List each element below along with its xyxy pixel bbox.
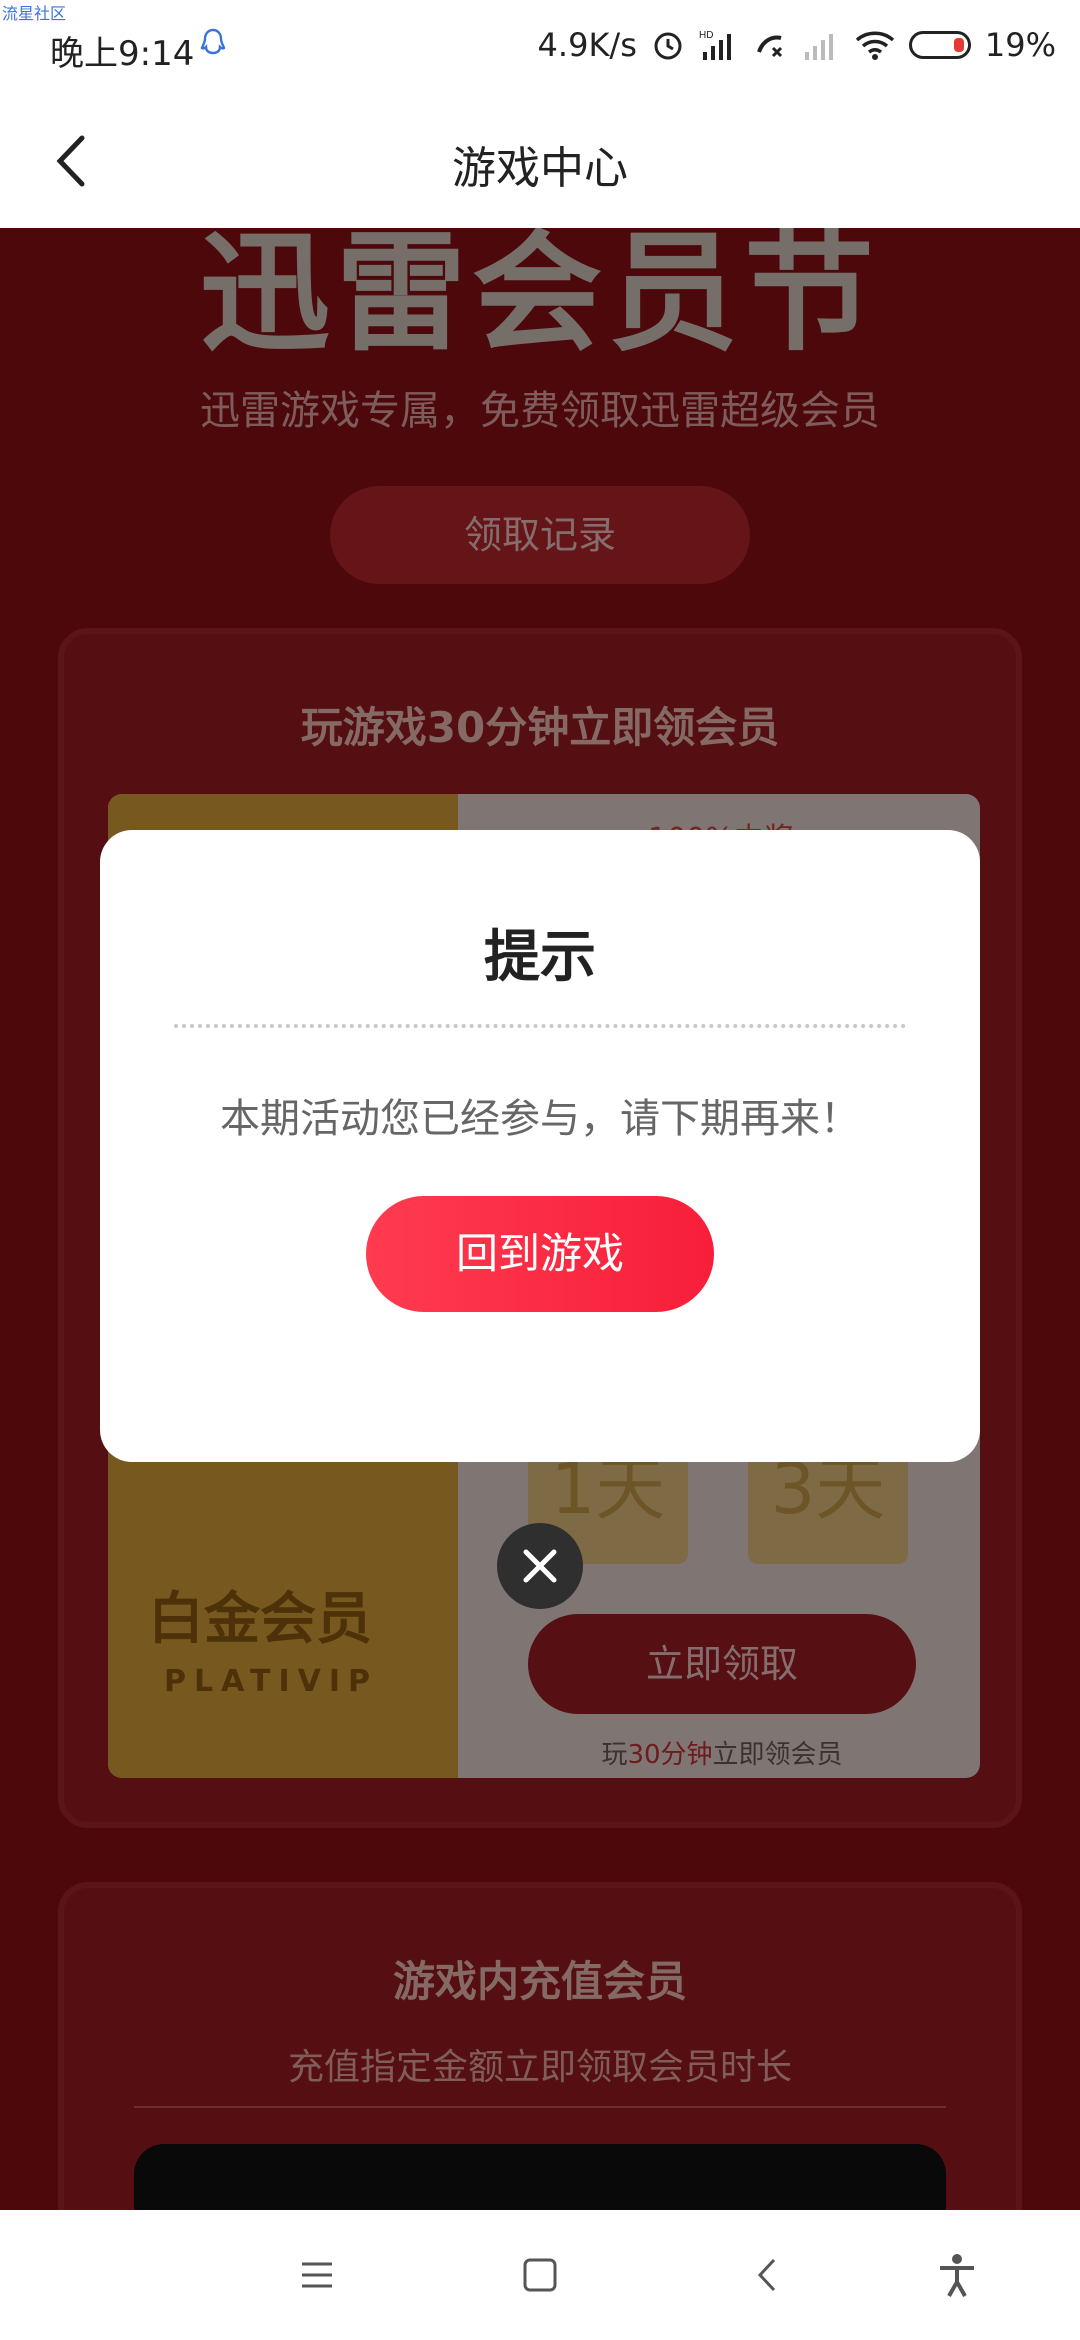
dialog-divider	[174, 1024, 906, 1028]
close-dialog-button[interactable]	[497, 1523, 583, 1609]
svg-text:HD: HD	[699, 30, 713, 41]
dialog-title: 提示	[484, 925, 596, 990]
notice-dialog: 提示 本期活动您已经参与，请下期再来！ 回到游戏	[100, 830, 980, 1462]
menu-icon[interactable]	[292, 2250, 342, 2300]
status-bar: 流星社区 晚上9:14 4.9K/s HD 19%	[0, 0, 1080, 96]
call-blocked-icon	[756, 35, 782, 58]
home-icon[interactable]	[515, 2250, 565, 2300]
status-right: 4.9K/s HD 19%	[538, 26, 1056, 64]
wifi-icon	[855, 31, 895, 60]
alarm-icon	[654, 32, 682, 60]
net-speed: 4.9K/s	[537, 26, 637, 64]
qq-notification-icon	[200, 28, 226, 55]
back-nav-icon[interactable]	[742, 2250, 792, 2300]
app-header: 游戏中心	[0, 96, 1080, 228]
battery-percent: 19%	[984, 26, 1056, 64]
dialog-message: 本期活动您已经参与，请下期再来！	[220, 1096, 860, 1142]
watermark: 流星社区	[2, 4, 67, 23]
signal-weak-icon	[804, 34, 833, 60]
system-nav-bar	[0, 2210, 1080, 2340]
battery-icon	[908, 31, 971, 59]
accessibility-icon[interactable]	[932, 2250, 982, 2300]
return-to-game-button[interactable]: 回到游戏	[366, 1196, 714, 1312]
close-icon	[523, 1549, 557, 1583]
status-time: 晚上9:14	[50, 34, 195, 74]
signal-hd-icon: HD	[699, 30, 731, 60]
page-title: 游戏中心	[452, 143, 628, 194]
